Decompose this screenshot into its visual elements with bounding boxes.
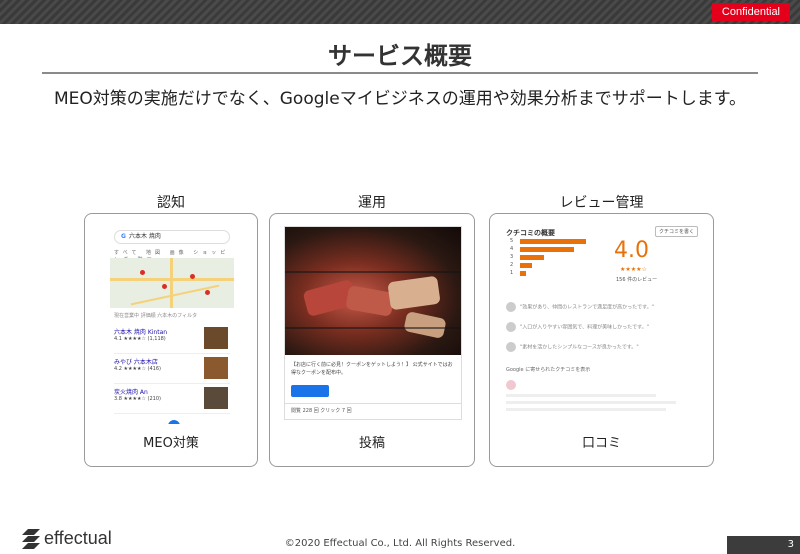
review-snippet-text: "入口が入りやすい雰囲気で、料理が美味しかったです。" <box>520 324 649 331</box>
review-count: 156 件のレビュー <box>616 277 658 283</box>
title-divider <box>42 72 758 74</box>
map-pin-icon <box>162 284 167 289</box>
chevron-down-icon <box>168 420 180 424</box>
place-thumbnail <box>204 357 228 379</box>
avatar <box>506 322 516 332</box>
average-score: 4.0 <box>614 238 649 263</box>
search-query: 六本木 焼肉 <box>128 233 161 240</box>
page-number: 3 <box>727 536 800 554</box>
review-snippet: "入口が入りやすい雰囲気で、料理が美味しかったです。" <box>506 322 698 332</box>
post-footer: 閲覧 228 回 クリック 7 回 <box>285 403 461 417</box>
place-list: 六本木 焼肉 Kintan 4.1 ★★★★☆ (1,118) みやび 六本木店… <box>114 324 230 414</box>
page-subtitle: MEO対策の実施だけでなく、Googleマイビジネスの運用や効果分析までサポート… <box>53 89 747 109</box>
rating-label: 3 <box>510 254 514 260</box>
review-snippet-text: "素材を活かしたシンプルなコースが良かったです。" <box>520 344 639 351</box>
category-awareness: 認知 <box>157 195 185 211</box>
filter-chips: 現在営業中 評価順 六本木のフィルタ <box>114 313 198 319</box>
yakiniku-photo <box>285 227 461 355</box>
rating-bar <box>520 263 532 268</box>
place-item: みやび 六本木店 4.2 ★★★★☆ (416) <box>114 354 230 384</box>
star-rating-icon: ★★★★☆ <box>620 266 647 273</box>
coupon-button <box>291 385 329 397</box>
category-review: レビュー管理 <box>559 195 644 211</box>
rating-label: 5 <box>510 238 514 244</box>
post-screenshot: 【お店に行く前に必見！クーポンをゲットしよう！】 公式サイトではお得なクーポンを… <box>284 226 462 420</box>
top-banner: Confidential <box>0 0 800 24</box>
avatar <box>506 380 516 390</box>
rating-label: 2 <box>510 262 514 268</box>
place-thumbnail <box>204 387 228 409</box>
review-snippet-text: "効果があり、仲間のレストランで満足度が高かったです。" <box>520 304 654 311</box>
rating-bar <box>520 247 574 252</box>
google-search-screenshot: G六本木 焼肉 すべて 地図 画像 ショッピング 動画 現在営業中 評価順 六本… <box>110 224 234 424</box>
rating-bar <box>520 255 544 260</box>
map-preview <box>110 258 234 308</box>
caption-post: 投稿 <box>358 436 385 451</box>
avatar <box>506 302 516 312</box>
rating-label: 4 <box>510 246 514 252</box>
card-review: クチコミの概要 クチコミを書く 5 4 3 2 1 4.0 ★★★★☆ 156 … <box>489 213 714 467</box>
card-post: 【お店に行く前に必見！クーポンをゲットしよう！】 公式サイトではお得なクーポンを… <box>269 213 475 467</box>
google-reviews-heading: Google に寄せられたクチコミを表示 <box>506 367 591 373</box>
page-title: サービス概要 <box>328 42 472 70</box>
rating-bar <box>520 239 586 244</box>
map-pin-icon <box>140 270 145 275</box>
confidential-badge: Confidential <box>711 3 790 21</box>
place-item: 炭火焼肉 An 3.8 ★★★★☆ (210) <box>114 384 230 414</box>
review-snippet: "効果があり、仲間のレストランで満足度が高かったです。" <box>506 302 698 312</box>
copyright: ©2020 Effectual Co., Ltd. All Rights Res… <box>284 538 516 549</box>
review-detail <box>506 380 698 411</box>
search-bar: G 六本木 焼肉 <box>114 230 230 244</box>
place-thumbnail <box>204 327 228 349</box>
category-operation: 運用 <box>358 195 386 211</box>
avatar <box>506 342 516 352</box>
review-summary-title: クチコミの概要 <box>506 229 555 237</box>
review-screenshot: クチコミの概要 クチコミを書く 5 4 3 2 1 4.0 ★★★★☆ 156 … <box>502 224 702 424</box>
caption-meo: MEO対策 <box>143 436 199 451</box>
caption-review: 口コミ <box>581 436 621 451</box>
review-snippet: "素材を活かしたシンプルなコースが良かったです。" <box>506 342 698 352</box>
rating-label: 1 <box>510 270 514 276</box>
place-item: 六本木 焼肉 Kintan 4.1 ★★★★☆ (1,118) <box>114 324 230 354</box>
post-text: 【お店に行く前に必見！クーポンをゲットしよう！】 公式サイトではお得なクーポンを… <box>291 362 453 376</box>
rating-bar <box>520 271 526 276</box>
google-logo: G <box>121 233 126 240</box>
map-pin-icon <box>190 274 195 279</box>
write-review-button: クチコミを書く <box>654 226 698 237</box>
card-meo: G六本木 焼肉 すべて 地図 画像 ショッピング 動画 現在営業中 評価順 六本… <box>84 213 258 467</box>
map-pin-icon <box>205 290 210 295</box>
